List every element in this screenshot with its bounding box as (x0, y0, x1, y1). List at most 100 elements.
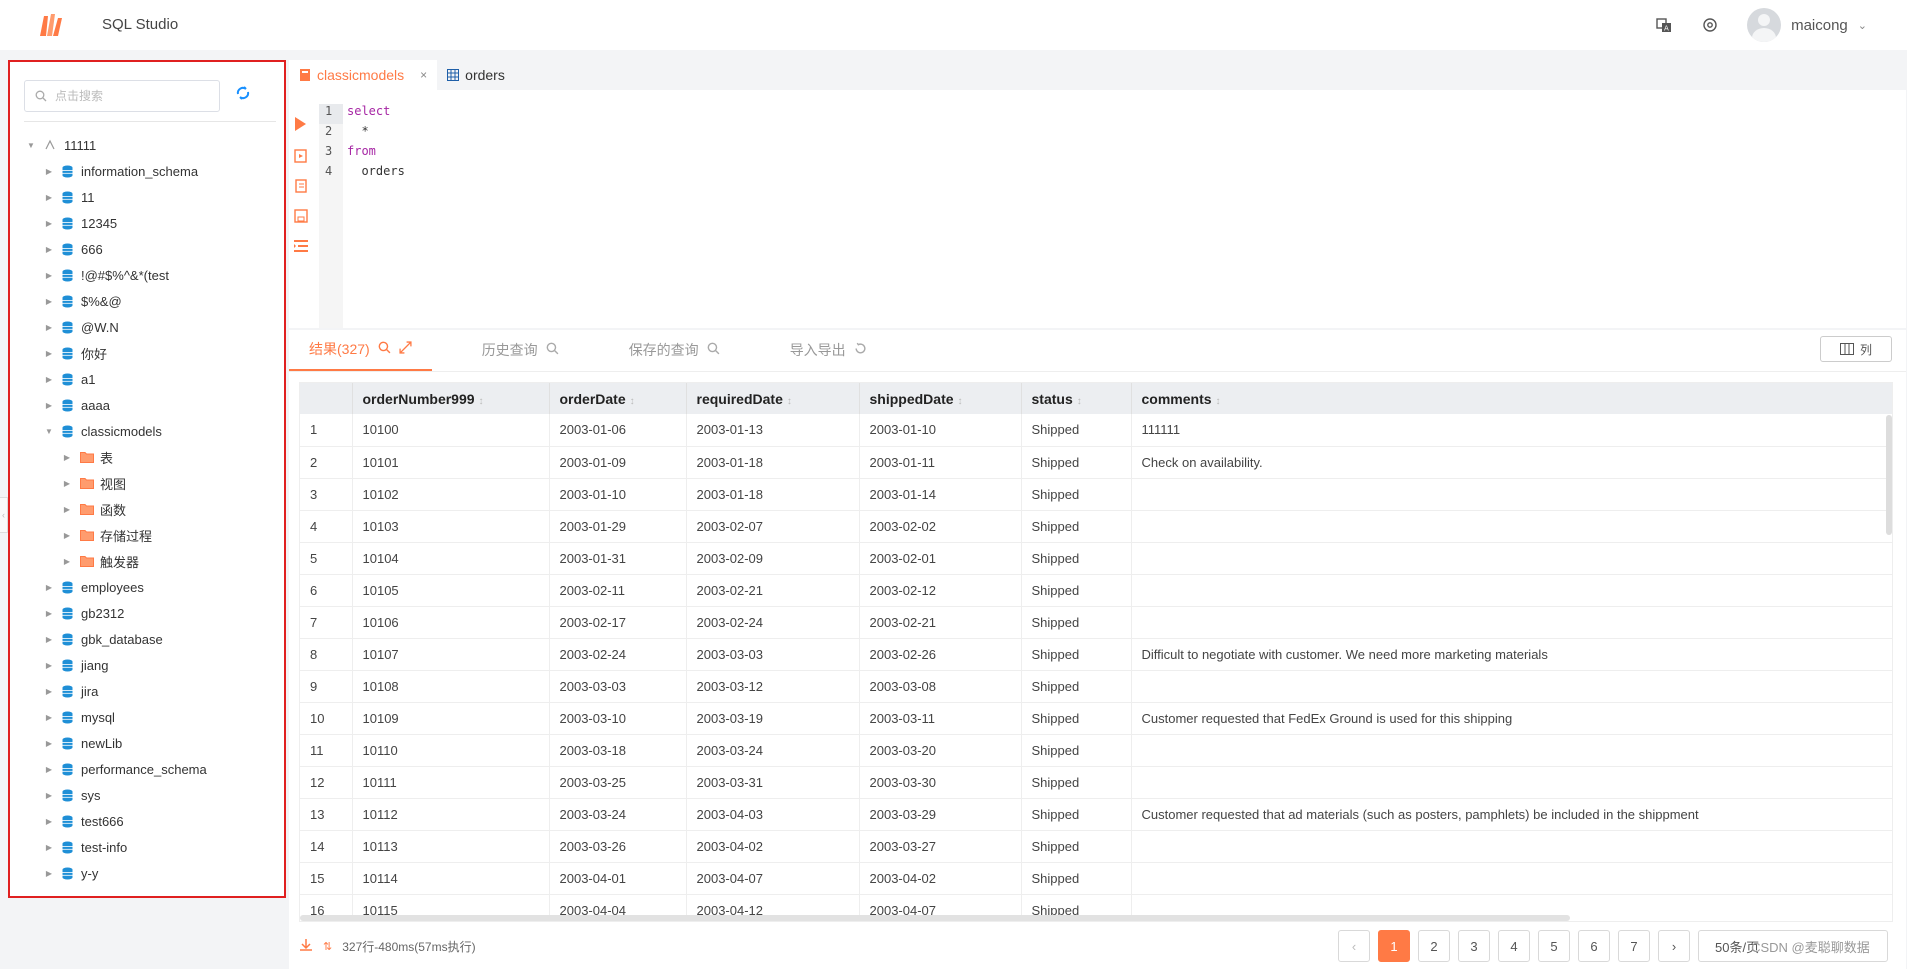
caret-right-icon[interactable]: ▶ (62, 479, 72, 488)
table-cell[interactable]: Customer requested that ad materials (su… (1131, 798, 1892, 831)
page-button[interactable]: 6 (1578, 930, 1610, 962)
table-cell[interactable]: 2003-03-19 (686, 702, 860, 735)
table-row[interactable]: 8 10107 2003-02-24 2003-03-03 2003-02-26 Ship… (300, 638, 1892, 671)
column-header[interactable]: status ↕ (1021, 383, 1132, 414)
table-cell[interactable]: 10103 (352, 510, 550, 543)
table-cell[interactable]: Shipped (1021, 638, 1132, 671)
table-cell[interactable] (1131, 606, 1892, 639)
tree-folder-item[interactable]: ▶ 存储过程 (10, 522, 284, 548)
translate-icon[interactable]: A (1655, 16, 1673, 34)
table-cell[interactable]: 2003-01-06 (549, 414, 687, 447)
caret-right-icon[interactable]: ▶ (44, 687, 54, 696)
tab-orders[interactable]: orders (437, 60, 515, 90)
sort-icon[interactable]: ↕ (1216, 396, 1221, 407)
table-cell[interactable]: 2003-01-31 (549, 542, 687, 575)
table-row[interactable]: 2 10101 2003-01-09 2003-01-18 2003-01-11 Ship… (300, 446, 1892, 479)
caret-right-icon[interactable]: ▶ (44, 323, 54, 332)
tree-database-item[interactable]: ▶ test-info (10, 834, 284, 860)
tree-database-item[interactable]: ▶ aaaa (10, 392, 284, 418)
horizontal-scrollbar[interactable] (300, 915, 1570, 921)
table-cell[interactable]: 2003-04-01 (549, 862, 687, 895)
column-header[interactable]: comments ↕ (1131, 383, 1892, 414)
table-cell[interactable]: 111111 (1131, 414, 1892, 447)
expand-icon[interactable] (399, 341, 412, 357)
tree-database-item[interactable]: ▶ gb2312 (10, 600, 284, 626)
table-cell[interactable]: 10108 (352, 670, 550, 703)
tree-search-input[interactable] (55, 89, 205, 103)
table-cell[interactable]: 2003-01-29 (549, 510, 687, 543)
table-cell[interactable]: Difficult to negotiate with customer. We… (1131, 638, 1892, 671)
table-cell[interactable] (1131, 542, 1892, 575)
table-cell[interactable]: 2003-02-11 (549, 574, 687, 607)
table-cell[interactable]: 2003-02-07 (686, 510, 860, 543)
table-cell[interactable]: 10114 (352, 862, 550, 895)
caret-right-icon[interactable]: ▶ (44, 583, 54, 592)
table-cell[interactable]: Shipped (1021, 798, 1132, 831)
tab-results[interactable]: 结果(327) (289, 329, 432, 371)
table-cell[interactable]: 10102 (352, 478, 550, 511)
table-cell[interactable]: 2003-03-25 (549, 766, 687, 799)
table-cell[interactable]: 2003-02-01 (859, 542, 1022, 575)
caret-right-icon[interactable]: ▶ (44, 817, 54, 826)
table-cell[interactable]: 10104 (352, 542, 550, 575)
table-cell[interactable]: 2003-01-10 (549, 478, 687, 511)
refresh-icon[interactable] (234, 84, 256, 106)
tree-database-item[interactable]: ▶ $%&@ (10, 288, 284, 314)
table-cell[interactable]: Shipped (1021, 510, 1132, 543)
page-button[interactable]: 7 (1618, 930, 1650, 962)
tab-history[interactable]: 历史查询 (462, 329, 579, 371)
tree-database-item[interactable]: ▶ 你好 (10, 340, 284, 366)
table-row[interactable]: 5 10104 2003-01-31 2003-02-09 2003-02-01 Ship… (300, 542, 1892, 575)
tree-database-item[interactable]: ▶ performance_schema (10, 756, 284, 782)
tree-search[interactable] (24, 80, 220, 112)
table-cell[interactable]: 2003-02-26 (859, 638, 1022, 671)
table-cell[interactable]: 2003-03-26 (549, 830, 687, 863)
table-cell[interactable] (1131, 830, 1892, 863)
table-cell[interactable]: 2003-03-12 (686, 670, 860, 703)
table-cell[interactable]: 2003-03-03 (549, 670, 687, 703)
table-cell[interactable]: 2003-03-11 (859, 702, 1022, 735)
table-cell[interactable]: 10110 (352, 734, 550, 767)
caret-right-icon[interactable]: ▶ (44, 635, 54, 644)
table-cell[interactable] (1131, 670, 1892, 703)
table-cell[interactable]: 2003-02-24 (549, 638, 687, 671)
table-cell[interactable]: Shipped (1021, 830, 1132, 863)
tab-classicmodels[interactable]: classicmodels × (289, 60, 438, 90)
save-icon[interactable] (293, 208, 309, 224)
tree-database-item[interactable]: ▶ y-y (10, 860, 284, 886)
run-icon[interactable] (293, 116, 309, 132)
caret-right-icon[interactable]: ▶ (44, 271, 54, 280)
table-row[interactable]: 13 10112 2003-03-24 2003-04-03 2003-03-29 Shi… (300, 798, 1892, 831)
table-cell[interactable]: 2003-03-30 (859, 766, 1022, 799)
table-cell[interactable]: Shipped (1021, 542, 1132, 575)
caret-right-icon[interactable]: ▶ (44, 791, 54, 800)
table-cell[interactable]: 2003-01-18 (686, 478, 860, 511)
table-cell[interactable]: 2003-03-31 (686, 766, 860, 799)
table-row[interactable]: 10 10109 2003-03-10 2003-03-19 2003-03-11 Shi… (300, 702, 1892, 735)
column-header[interactable]: orderNumber999 ↕ (352, 383, 550, 414)
tree-database-item[interactable]: ▶ a1 (10, 366, 284, 392)
table-cell[interactable]: 2003-03-24 (686, 734, 860, 767)
table-row[interactable]: 15 10114 2003-04-01 2003-04-07 2003-04-02 Shi… (300, 862, 1892, 895)
table-cell[interactable]: Shipped (1021, 734, 1132, 767)
caret-right-icon[interactable]: ▶ (62, 453, 72, 462)
caret-right-icon[interactable]: ▶ (44, 739, 54, 748)
table-cell[interactable]: 2003-03-10 (549, 702, 687, 735)
page-button[interactable]: 3 (1458, 930, 1490, 962)
column-header[interactable]: orderDate ↕ (549, 383, 687, 414)
table-cell[interactable]: 10113 (352, 830, 550, 863)
prev-page-button[interactable]: ‹ (1338, 930, 1370, 962)
table-cell[interactable] (1131, 766, 1892, 799)
caret-right-icon[interactable]: ▶ (62, 531, 72, 540)
table-row[interactable]: 6 10105 2003-02-11 2003-02-21 2003-02-12 Ship… (300, 574, 1892, 607)
next-page-button[interactable]: › (1658, 930, 1690, 962)
table-cell[interactable]: 2003-04-02 (859, 862, 1022, 895)
tree-database-item[interactable]: ▶ 11 (10, 184, 284, 210)
table-cell[interactable]: Check on availability. (1131, 446, 1892, 479)
table-cell[interactable]: 2003-01-09 (549, 446, 687, 479)
caret-right-icon[interactable]: ▶ (44, 869, 54, 878)
column-header[interactable]: requiredDate ↕ (686, 383, 860, 414)
format-icon[interactable] (293, 178, 309, 194)
tab-saved-queries[interactable]: 保存的查询 (609, 329, 740, 371)
table-cell[interactable] (1131, 478, 1892, 511)
